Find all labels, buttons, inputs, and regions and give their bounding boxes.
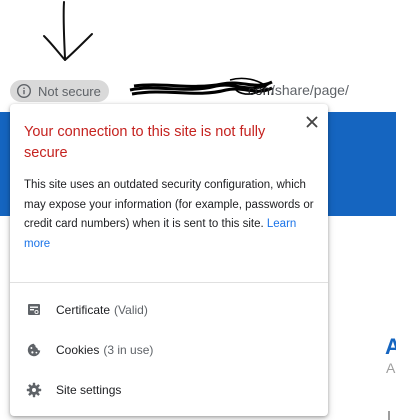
popup-title: Your connection to this site is not full…: [24, 124, 266, 161]
security-indicator-button[interactable]: Not secure: [10, 80, 109, 102]
security-label: Not secure: [38, 83, 101, 99]
close-icon: [306, 116, 318, 128]
annotation-arrow-icon: [43, 1, 93, 61]
site-info-popup: Your connection to this site is not full…: [10, 104, 328, 416]
certificate-icon: [26, 302, 42, 318]
page-subheading: A: [386, 360, 396, 376]
info-icon: [16, 83, 32, 99]
certificate-item[interactable]: Certificate (Valid): [10, 292, 328, 328]
close-button[interactable]: [302, 112, 322, 132]
cookies-item[interactable]: Cookies (3 in use): [10, 332, 328, 368]
certificate-status: (Valid): [114, 303, 148, 317]
certificate-label: Certificate: [56, 303, 111, 317]
gear-icon: [26, 382, 42, 398]
popup-body: This site uses an outdated security conf…: [24, 176, 314, 254]
page-heading: A: [385, 334, 396, 359]
site-settings-label: Site settings: [56, 383, 122, 397]
divider: [10, 282, 328, 283]
url-host-suffix[interactable]: .com: [244, 82, 274, 98]
address-bar: Not secure .com /share/page/: [0, 74, 396, 108]
cookie-icon: [26, 342, 42, 358]
page-fragment: [388, 411, 390, 420]
cookies-count: (3 in use): [103, 343, 154, 357]
url-path[interactable]: /share/page/: [271, 82, 349, 98]
cookies-label: Cookies: [56, 343, 100, 357]
site-settings-item[interactable]: Site settings: [10, 372, 328, 408]
